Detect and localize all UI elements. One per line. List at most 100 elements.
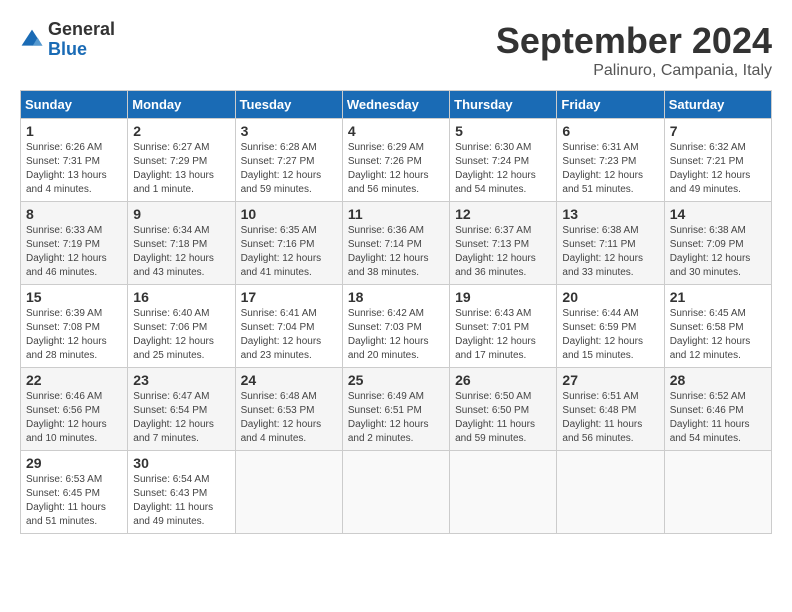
table-cell [664,451,771,534]
table-cell: 21 Sunrise: 6:45 AM Sunset: 6:58 PM Dayli… [664,285,771,368]
day-info: Sunrise: 6:28 AM Sunset: 7:27 PM Dayligh… [241,141,337,197]
month-title: September 2024 [496,20,772,62]
logo-general: General [48,20,115,40]
title-area: September 2024 Palinuro, Campania, Italy [496,20,772,80]
table-cell: 6 Sunrise: 6:31 AM Sunset: 7:23 PM Daylig… [557,119,664,202]
week-row-2: 8Sunrise: 6:33 AM Sunset: 7:19 PM Daylig… [21,202,772,285]
table-cell: 9 Sunrise: 6:34 AM Sunset: 7:18 PM Daylig… [128,202,235,285]
col-thursday: Thursday [450,91,557,119]
table-cell: 29 Sunrise: 6:53 AM Sunset: 6:45 PM Dayli… [21,451,128,534]
day-info: Sunrise: 6:44 AM Sunset: 6:59 PM Dayligh… [562,307,658,363]
day-number: 30 [133,455,229,471]
week-row-5: 29 Sunrise: 6:53 AM Sunset: 6:45 PM Dayli… [21,451,772,534]
day-number: 19 [455,289,551,305]
table-cell: 30 Sunrise: 6:54 AM Sunset: 6:43 PM Dayli… [128,451,235,534]
week-row-3: 15Sunrise: 6:39 AM Sunset: 7:08 PM Dayli… [21,285,772,368]
table-cell [235,451,342,534]
day-info: Sunrise: 6:32 AM Sunset: 7:21 PM Dayligh… [670,141,766,197]
day-info: Sunrise: 6:29 AM Sunset: 7:26 PM Dayligh… [348,141,444,197]
day-number: 9 [133,206,229,222]
col-monday: Monday [128,91,235,119]
logo-blue: Blue [48,40,115,60]
table-cell [557,451,664,534]
day-number: 10 [241,206,337,222]
table-cell: 10 Sunrise: 6:35 AM Sunset: 7:16 PM Dayli… [235,202,342,285]
table-cell: 22Sunrise: 6:46 AM Sunset: 6:56 PM Dayli… [21,368,128,451]
table-cell: 19Sunrise: 6:43 AM Sunset: 7:01 PM Dayli… [450,285,557,368]
table-cell: 4 Sunrise: 6:29 AM Sunset: 7:26 PM Daylig… [342,119,449,202]
day-number: 22 [26,372,122,388]
day-info: Sunrise: 6:26 AM Sunset: 7:31 PM Dayligh… [26,141,122,197]
table-cell: 13 Sunrise: 6:38 AM Sunset: 7:11 PM Dayli… [557,202,664,285]
table-cell: 8Sunrise: 6:33 AM Sunset: 7:19 PM Daylig… [21,202,128,285]
table-cell [342,451,449,534]
day-info: Sunrise: 6:27 AM Sunset: 7:29 PM Dayligh… [133,141,229,197]
day-info: Sunrise: 6:36 AM Sunset: 7:14 PM Dayligh… [348,224,444,280]
day-info: Sunrise: 6:45 AM Sunset: 6:58 PM Dayligh… [670,307,766,363]
table-cell: 27Sunrise: 6:51 AM Sunset: 6:48 PM Dayli… [557,368,664,451]
day-info: Sunrise: 6:31 AM Sunset: 7:23 PM Dayligh… [562,141,658,197]
day-info: Sunrise: 6:34 AM Sunset: 7:18 PM Dayligh… [133,224,229,280]
day-info: Sunrise: 6:40 AM Sunset: 7:06 PM Dayligh… [133,307,229,363]
day-number: 29 [26,455,122,471]
day-number: 24 [241,372,337,388]
table-cell: 15Sunrise: 6:39 AM Sunset: 7:08 PM Dayli… [21,285,128,368]
day-info: Sunrise: 6:49 AM Sunset: 6:51 PM Dayligh… [348,390,444,446]
table-cell: 26Sunrise: 6:50 AM Sunset: 6:50 PM Dayli… [450,368,557,451]
day-number: 13 [562,206,658,222]
table-cell: 28 Sunrise: 6:52 AM Sunset: 6:46 PM Dayli… [664,368,771,451]
day-number: 7 [670,123,766,139]
day-number: 20 [562,289,658,305]
day-number: 12 [455,206,551,222]
table-cell: 20 Sunrise: 6:44 AM Sunset: 6:59 PM Dayli… [557,285,664,368]
logo: General Blue [20,20,115,60]
day-number: 14 [670,206,766,222]
day-info: Sunrise: 6:54 AM Sunset: 6:43 PM Dayligh… [133,473,229,529]
day-info: Sunrise: 6:48 AM Sunset: 6:53 PM Dayligh… [241,390,337,446]
table-cell: 11 Sunrise: 6:36 AM Sunset: 7:14 PM Dayli… [342,202,449,285]
day-number: 17 [241,289,337,305]
day-number: 25 [348,372,444,388]
table-cell: 16 Sunrise: 6:40 AM Sunset: 7:06 PM Dayli… [128,285,235,368]
day-number: 4 [348,123,444,139]
table-cell: 17 Sunrise: 6:41 AM Sunset: 7:04 PM Dayli… [235,285,342,368]
day-number: 28 [670,372,766,388]
day-info: Sunrise: 6:38 AM Sunset: 7:11 PM Dayligh… [562,224,658,280]
day-number: 6 [562,123,658,139]
day-number: 23 [133,372,229,388]
day-number: 26 [455,372,551,388]
table-cell: 2 Sunrise: 6:27 AM Sunset: 7:29 PM Daylig… [128,119,235,202]
day-info: Sunrise: 6:52 AM Sunset: 6:46 PM Dayligh… [670,390,766,446]
table-cell: 23 Sunrise: 6:47 AM Sunset: 6:54 PM Dayli… [128,368,235,451]
day-number: 2 [133,123,229,139]
day-info: Sunrise: 6:53 AM Sunset: 6:45 PM Dayligh… [26,473,122,529]
logo-text: General Blue [48,20,115,60]
header-row: Sunday Monday Tuesday Wednesday Thursday… [21,91,772,119]
day-number: 5 [455,123,551,139]
day-number: 16 [133,289,229,305]
day-number: 21 [670,289,766,305]
table-cell: 12 Sunrise: 6:37 AM Sunset: 7:13 PM Dayli… [450,202,557,285]
col-sunday: Sunday [21,91,128,119]
day-info: Sunrise: 6:51 AM Sunset: 6:48 PM Dayligh… [562,390,658,446]
col-tuesday: Tuesday [235,91,342,119]
day-number: 3 [241,123,337,139]
day-info: Sunrise: 6:37 AM Sunset: 7:13 PM Dayligh… [455,224,551,280]
table-cell: 18Sunrise: 6:42 AM Sunset: 7:03 PM Dayli… [342,285,449,368]
subtitle: Palinuro, Campania, Italy [496,62,772,80]
day-number: 15 [26,289,122,305]
table-cell: 7 Sunrise: 6:32 AM Sunset: 7:21 PM Daylig… [664,119,771,202]
table-cell: 14Sunrise: 6:38 AM Sunset: 7:09 PM Dayli… [664,202,771,285]
day-number: 11 [348,206,444,222]
day-info: Sunrise: 6:30 AM Sunset: 7:24 PM Dayligh… [455,141,551,197]
col-wednesday: Wednesday [342,91,449,119]
col-friday: Friday [557,91,664,119]
day-info: Sunrise: 6:41 AM Sunset: 7:04 PM Dayligh… [241,307,337,363]
day-info: Sunrise: 6:47 AM Sunset: 6:54 PM Dayligh… [133,390,229,446]
header: General Blue September 2024 Palinuro, Ca… [20,20,772,80]
logo-icon [20,28,44,52]
day-info: Sunrise: 6:35 AM Sunset: 7:16 PM Dayligh… [241,224,337,280]
day-number: 18 [348,289,444,305]
week-row-1: 1Sunrise: 6:26 AM Sunset: 7:31 PM Daylig… [21,119,772,202]
day-number: 8 [26,206,122,222]
